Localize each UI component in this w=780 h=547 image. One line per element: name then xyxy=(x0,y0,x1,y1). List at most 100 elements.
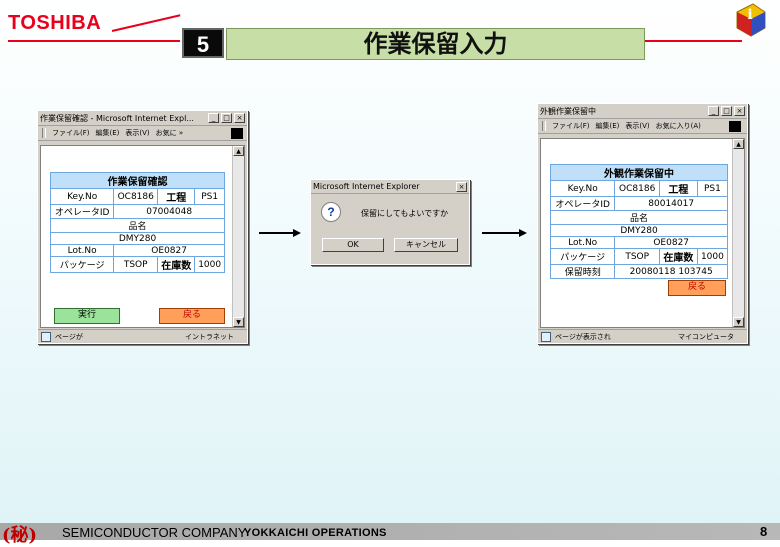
ok-button[interactable]: OK xyxy=(322,238,384,252)
svg-text:i: i xyxy=(747,7,752,23)
menu-bar: ファイル(F) 編集(E) 表示(V) お気に » xyxy=(38,126,247,141)
menu-grip xyxy=(542,121,546,131)
toshiba-logo: TOSHIBA xyxy=(8,12,102,34)
operator-value: 80014017 xyxy=(614,196,728,211)
browser-window-hold: 外観作業保留中 _ □ × ファイル(F) 編集(E) 表示(V) お気に入り(… xyxy=(537,103,748,344)
scroll-down-icon[interactable]: ▼ xyxy=(233,317,244,327)
close-button[interactable]: × xyxy=(734,106,745,116)
flow-arrow-1 xyxy=(259,232,293,234)
minimize-button[interactable]: _ xyxy=(208,113,219,123)
vertical-scrollbar[interactable]: ▲ ▼ xyxy=(732,139,744,327)
stock-label: 在庫数 xyxy=(659,248,698,265)
execute-button[interactable]: 実行 xyxy=(54,308,120,324)
menu-edit[interactable]: 編集(E) xyxy=(96,128,120,138)
menu-favorites[interactable]: お気に入り(A) xyxy=(656,121,701,131)
process-label: 工程 xyxy=(659,180,698,197)
window-title: 作業保留確認 - Microsoft Internet Expl... xyxy=(40,113,194,123)
keyno-label: Key.No xyxy=(49,188,115,205)
menu-favorites[interactable]: お気に » xyxy=(156,128,184,138)
windows-flag-icon xyxy=(729,121,741,132)
menu-view[interactable]: 表示(V) xyxy=(625,121,649,131)
menu-edit[interactable]: 編集(E) xyxy=(596,121,620,131)
maximize-button[interactable]: □ xyxy=(221,113,232,123)
product-value: DMY280 xyxy=(50,232,225,245)
cancel-button[interactable]: キャンセル xyxy=(394,238,458,252)
maximize-button[interactable]: □ xyxy=(721,106,732,116)
dialog-message: 保留にしてもよいですか xyxy=(361,209,449,218)
keyno-value: OC8186 xyxy=(113,188,159,205)
product-label: 品名 xyxy=(50,218,225,233)
windows-flag-icon xyxy=(231,127,243,139)
vertical-scrollbar[interactable]: ▲ ▼ xyxy=(232,146,244,327)
flow-arrow-2 xyxy=(482,232,519,234)
scroll-down-icon[interactable]: ▼ xyxy=(733,317,744,327)
form-header: 外観作業保留中 xyxy=(550,164,728,181)
confidential-mark: (秘) xyxy=(2,525,38,546)
status-bar: ページが イントラネット xyxy=(38,329,247,343)
scroll-up-icon[interactable]: ▲ xyxy=(733,139,744,149)
confirm-form: 作業保留確認 Key.No OC8186 工程 PS1 オペレータID 0700… xyxy=(49,172,225,273)
package-label: パッケージ xyxy=(549,248,616,265)
product-value: DMY280 xyxy=(550,224,728,237)
menu-view[interactable]: 表示(V) xyxy=(125,128,149,138)
page-icon xyxy=(541,331,551,342)
status-text: ページが表示され xyxy=(555,332,611,341)
status-bar: ページが表示され マイコンピュータ xyxy=(538,329,747,343)
process-value: PS1 xyxy=(696,180,729,197)
lotno-value: OE0827 xyxy=(113,244,225,257)
lotno-label: Lot.No xyxy=(549,236,616,249)
window-titlebar: 作業保留確認 - Microsoft Internet Expl... _ □ … xyxy=(38,111,247,126)
page-content: ▲ ▼ 外観作業保留中 Key.No OC8186 工程 PS1 オペレータID… xyxy=(540,138,745,328)
stock-value: 1000 xyxy=(696,248,729,265)
corner-emblem-icon: i xyxy=(736,3,766,37)
dialog-titlebar: Microsoft Internet Explorer × xyxy=(311,180,469,194)
zone-text: イントラネット xyxy=(185,332,234,341)
product-label: 品名 xyxy=(550,210,728,225)
menu-file[interactable]: ファイル(F) xyxy=(52,128,90,138)
page-title: 作業保留入力 xyxy=(226,28,645,60)
header-red-line-right xyxy=(645,40,742,42)
zone-text: マイコンピュータ xyxy=(678,332,734,341)
operator-value: 07004048 xyxy=(113,204,225,219)
operations-name: YOKKAICHI OPERATIONS xyxy=(244,527,387,539)
company-name: SEMICONDUCTOR COMPANY xyxy=(62,525,247,540)
step-number: 5 xyxy=(182,28,224,58)
page-number: 8 xyxy=(760,524,768,539)
menu-file[interactable]: ファイル(F) xyxy=(552,121,590,131)
operator-label: オペレータID xyxy=(549,196,616,211)
window-title: 外観作業保留中 xyxy=(540,106,596,116)
form-header: 作業保留確認 xyxy=(50,172,225,189)
scroll-up-icon[interactable]: ▲ xyxy=(233,146,244,156)
browser-window-confirm: 作業保留確認 - Microsoft Internet Expl... _ □ … xyxy=(37,110,248,344)
menu-grip xyxy=(42,128,46,138)
dialog-close-button[interactable]: × xyxy=(456,181,467,192)
package-value: TSOP xyxy=(614,248,660,265)
back-button[interactable]: 戻る xyxy=(159,308,225,324)
menu-bar: ファイル(F) 編集(E) 表示(V) お気に入り(A) xyxy=(538,119,747,134)
page-icon xyxy=(41,331,51,342)
package-value: TSOP xyxy=(113,256,159,273)
status-text: ページが xyxy=(55,332,83,341)
minimize-button[interactable]: _ xyxy=(708,106,719,116)
lotno-label: Lot.No xyxy=(49,244,115,257)
window-titlebar: 外観作業保留中 _ □ × xyxy=(538,104,747,119)
process-value: PS1 xyxy=(194,188,225,205)
dialog-title: Microsoft Internet Explorer xyxy=(313,182,420,191)
keyno-value: OC8186 xyxy=(614,180,660,197)
hold-time-label: 保留時刻 xyxy=(549,264,616,279)
operator-label: オペレータID xyxy=(49,204,115,219)
page-content: ▲ ▼ 作業保留確認 Key.No OC8186 工程 PS1 オペレータID … xyxy=(40,145,245,328)
flow-arrow-2-head-icon xyxy=(519,229,527,237)
keyno-label: Key.No xyxy=(549,180,616,197)
stock-value: 1000 xyxy=(194,256,225,273)
confirm-dialog: Microsoft Internet Explorer × ? 保留にしてもよい… xyxy=(310,179,470,265)
hold-time-value: 20080118 103745 xyxy=(614,264,728,279)
close-button[interactable]: × xyxy=(234,113,245,123)
header-red-line-left xyxy=(8,40,180,42)
lotno-value: OE0827 xyxy=(614,236,728,249)
process-label: 工程 xyxy=(157,188,196,205)
package-label: パッケージ xyxy=(49,256,115,273)
hold-form: 外観作業保留中 Key.No OC8186 工程 PS1 オペレータID 800… xyxy=(549,164,729,279)
header-red-diagonal xyxy=(111,14,181,32)
back-button[interactable]: 戻る xyxy=(668,280,726,296)
